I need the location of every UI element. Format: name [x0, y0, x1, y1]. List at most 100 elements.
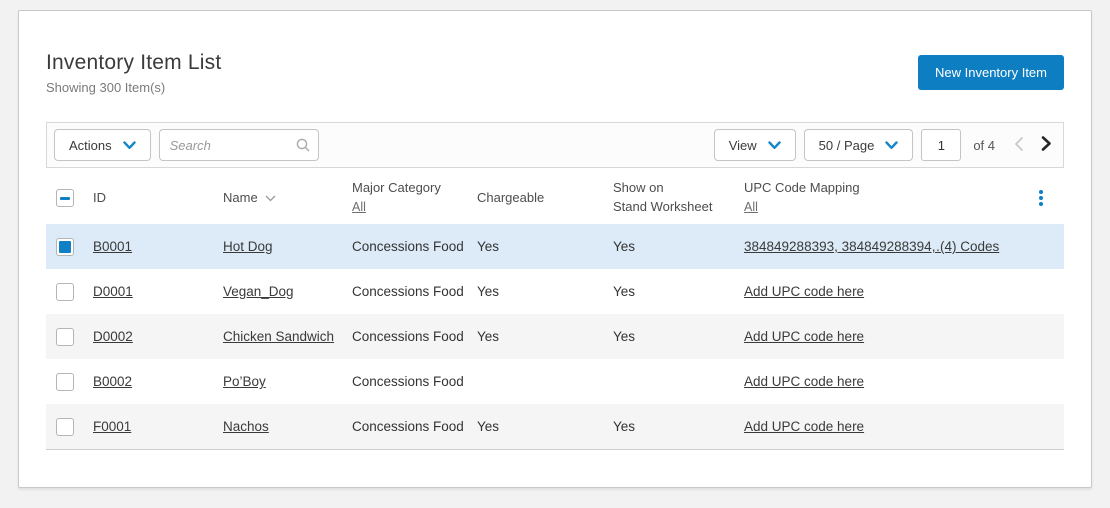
upc-filter-link[interactable]: All: [744, 198, 758, 216]
cell-category: Concessions Food: [352, 374, 464, 389]
item-id-link[interactable]: D0002: [93, 329, 133, 344]
chevron-left-icon: [1013, 136, 1024, 155]
new-inventory-item-button[interactable]: New Inventory Item: [918, 55, 1064, 90]
codes-count-link[interactable]: (4) Codes: [940, 239, 999, 254]
column-header-major-category-label: Major Category: [352, 180, 441, 196]
item-id-link[interactable]: F0001: [93, 419, 131, 434]
select-all-cell: [46, 189, 93, 207]
column-header-name-label: Name: [223, 189, 258, 205]
cell-chargeable: Yes: [477, 239, 500, 254]
item-name-link[interactable]: Chicken Sandwich: [223, 329, 334, 344]
table-row: B0002 Po’Boy Concessions Food Add UPC co…: [46, 359, 1064, 404]
chevron-right-icon: [1040, 135, 1052, 155]
cell-name: Nachos: [223, 419, 352, 434]
cell-upc: Add UPC code here: [744, 419, 940, 434]
item-name-link[interactable]: Hot Dog: [223, 239, 273, 254]
row-checkbox[interactable]: [56, 417, 74, 436]
cell-category: Concessions Food: [352, 329, 464, 344]
column-settings-kebab-icon[interactable]: [1032, 190, 1050, 206]
cell-chargeable: Yes: [477, 284, 500, 299]
cell-name: Vegan_Dog: [223, 284, 352, 299]
add-upc-link[interactable]: Add UPC code here: [744, 329, 864, 344]
table-row: D0001 Vegan_Dog Concessions Food Yes Yes…: [46, 269, 1064, 314]
cell-id: B0001: [93, 239, 223, 254]
cell-id: D0002: [93, 329, 223, 344]
column-header-upc: UPC Code Mapping All: [744, 179, 940, 217]
cell-id: B0002: [93, 374, 223, 389]
item-name-link[interactable]: Po’Boy: [223, 374, 266, 389]
cell-upc: Add UPC code here: [744, 329, 940, 344]
page-title: Inventory Item List: [46, 51, 222, 74]
row-checkbox[interactable]: [56, 237, 74, 256]
cell-show-on-stand: Yes: [613, 419, 636, 434]
cell-name: Hot Dog: [223, 239, 352, 254]
row-checkbox[interactable]: [56, 327, 74, 346]
cell-category: Concessions Food: [352, 419, 464, 434]
cell-id: D0001: [93, 284, 223, 299]
checkbox-cell: [46, 282, 93, 301]
row-checkbox[interactable]: [56, 372, 74, 391]
cell-category: Concessions Food: [352, 284, 464, 299]
item-id-link[interactable]: B0002: [93, 374, 132, 389]
checkbox-cell: [46, 417, 93, 436]
column-header-show-on-stand: Show on Stand Worksheet: [613, 179, 744, 217]
select-all-checkbox[interactable]: [56, 189, 74, 207]
major-category-filter-link[interactable]: All: [352, 198, 366, 216]
cell-name: Po’Boy: [223, 374, 352, 389]
chevron-down-icon: [122, 138, 136, 153]
checkbox-cell: [46, 237, 93, 256]
cell-show-on-stand: Yes: [613, 329, 636, 344]
item-name-link[interactable]: Nachos: [223, 419, 269, 434]
chevron-down-icon: [767, 138, 781, 153]
next-page-button[interactable]: [1036, 133, 1056, 157]
table-row: B0001 Hot Dog Concessions Food Yes Yes 3…: [46, 224, 1064, 269]
checkbox-cell: [46, 372, 93, 391]
page-header: Inventory Item List Showing 300 Item(s) …: [46, 51, 1064, 95]
upc-codes-link[interactable]: 384849288393, 384849288394,…: [744, 239, 940, 254]
page-size-label: 50 / Page: [818, 137, 875, 153]
column-header-major-category: Major Category All: [352, 179, 477, 217]
search-icon: [295, 137, 311, 158]
item-id-link[interactable]: D0001: [93, 284, 133, 299]
cell-chargeable: Yes: [477, 329, 500, 344]
item-id-link[interactable]: B0001: [93, 239, 132, 254]
column-header-show-on-line1: Show on: [613, 180, 664, 196]
sort-chevron-icon: [265, 189, 276, 208]
inventory-list-card: Inventory Item List Showing 300 Item(s) …: [18, 10, 1092, 488]
toolbar: Actions View 50 / Page: [46, 122, 1064, 168]
row-checkbox[interactable]: [56, 282, 74, 301]
add-upc-link[interactable]: Add UPC code here: [744, 374, 864, 389]
table-body: B0001 Hot Dog Concessions Food Yes Yes 3…: [46, 224, 1064, 450]
page-size-dropdown[interactable]: 50 / Page: [803, 129, 914, 161]
cell-upc: Add UPC code here: [744, 284, 940, 299]
table-row: D0002 Chicken Sandwich Concessions Food …: [46, 314, 1064, 359]
add-upc-link[interactable]: Add UPC code here: [744, 284, 864, 299]
cell-show-on-stand: Yes: [613, 284, 636, 299]
prev-page-button[interactable]: [1009, 134, 1028, 157]
column-header-show-on-line2: Stand Worksheet: [613, 199, 713, 214]
chevron-down-icon: [885, 138, 899, 153]
page-number-input[interactable]: [921, 129, 962, 161]
actions-dropdown-label: Actions: [69, 137, 112, 153]
column-header-chargeable: Chargeable: [477, 189, 545, 205]
toolbar-left: Actions: [54, 129, 319, 161]
cell-upc: 384849288393, 384849288394,…: [744, 239, 940, 254]
view-dropdown-label: View: [728, 137, 757, 153]
cell-codes: (4) Codes: [940, 239, 1032, 254]
add-upc-link[interactable]: Add UPC code here: [744, 419, 864, 434]
column-header-name[interactable]: Name: [223, 189, 352, 208]
cell-upc: Add UPC code here: [744, 374, 940, 389]
cell-show-on-stand: Yes: [613, 239, 636, 254]
cell-chargeable: Yes: [477, 419, 500, 434]
actions-dropdown[interactable]: Actions: [54, 129, 151, 161]
checkbox-cell: [46, 327, 93, 346]
toolbar-right: View 50 / Page of 4: [713, 129, 1056, 161]
view-dropdown[interactable]: View: [713, 129, 796, 161]
title-block: Inventory Item List Showing 300 Item(s): [46, 51, 221, 95]
page-total-label: of 4: [973, 137, 995, 153]
item-count-label: Showing 300 Item(s): [46, 80, 166, 95]
table-header-row: ID Name Major Category All Chargeable Sh…: [46, 172, 1064, 224]
cell-category: Concessions Food: [352, 239, 464, 254]
item-name-link[interactable]: Vegan_Dog: [223, 284, 294, 299]
table-row: F0001 Nachos Concessions Food Yes Yes Ad…: [46, 404, 1064, 449]
